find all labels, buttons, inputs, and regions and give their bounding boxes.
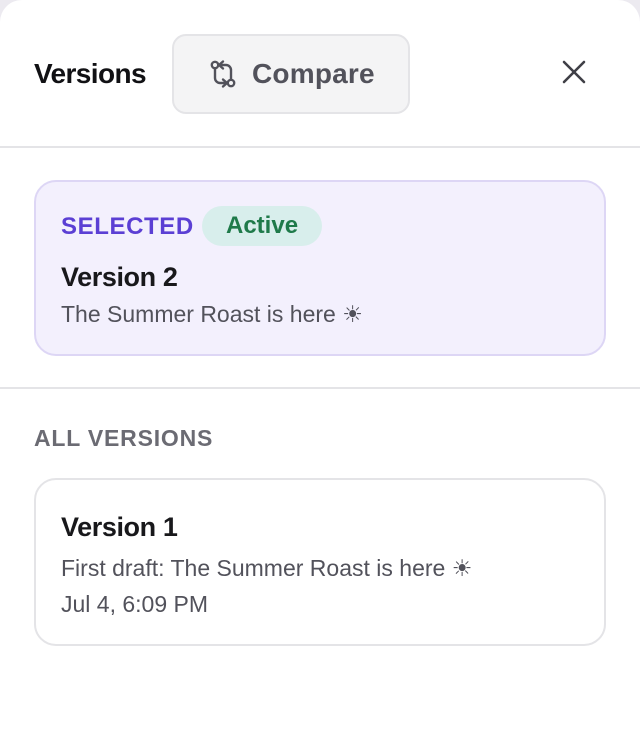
compare-button[interactable]: Compare bbox=[172, 34, 410, 114]
selected-label: SELECTED bbox=[61, 213, 194, 240]
status-badge: Active bbox=[202, 206, 323, 246]
divider bbox=[0, 387, 640, 389]
version-timestamp: Jul 4, 6:09 PM bbox=[61, 591, 209, 617]
panel-title: Versions bbox=[34, 58, 147, 89]
panel-header: Versions Compare bbox=[0, 0, 640, 148]
all-versions-label: ALL VERSIONS bbox=[34, 425, 214, 451]
compare-label: Compare bbox=[252, 58, 375, 89]
selected-version-description: The Summer Roast is here ☀ bbox=[61, 301, 363, 327]
git-compare-icon bbox=[208, 59, 238, 89]
selected-version-card[interactable]: SELECTED Active Version 2 The Summer Roa… bbox=[34, 180, 606, 356]
close-icon bbox=[561, 59, 587, 90]
version-description: First draft: The Summer Roast is here ☀ bbox=[61, 555, 473, 581]
version-list-item[interactable]: Version 1 First draft: The Summer Roast … bbox=[34, 478, 606, 646]
version-name: Version 1 bbox=[61, 512, 178, 542]
close-button[interactable] bbox=[552, 52, 596, 96]
selected-version-name: Version 2 bbox=[61, 262, 178, 292]
versions-panel: Versions Compare SELECTED Active Version… bbox=[0, 0, 640, 732]
